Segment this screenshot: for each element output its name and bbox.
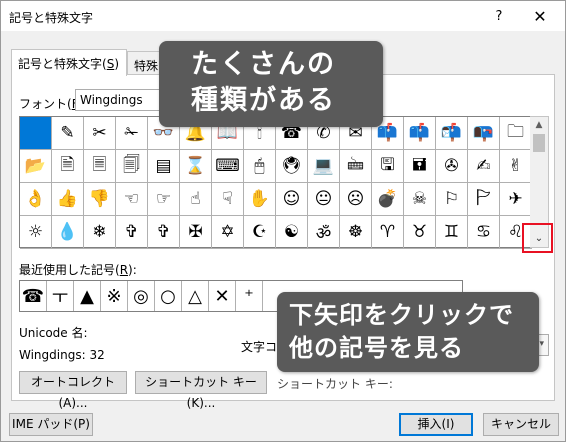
symbol-cell[interactable]: 💧 (52, 216, 84, 249)
close-button[interactable]: ✕ (529, 7, 551, 27)
autocorrect-button[interactable]: オートコレクト(A)... (19, 371, 127, 410)
symbol-cell[interactable]: ✁ (116, 117, 148, 150)
callout-top-line-2: 種類がある (191, 85, 336, 116)
recent-symbol-cell[interactable]: ◎ (128, 281, 155, 311)
symbol-cell[interactable]: ▤ (148, 150, 180, 183)
recent-symbol-cell[interactable]: ※ (101, 281, 128, 311)
symbol-cell[interactable]: 👌 (20, 183, 52, 216)
symbol-cell[interactable]: ✞ (116, 216, 148, 249)
symbol-cell[interactable]: ॐ (308, 216, 340, 249)
symbol-cell[interactable]: ☝ (180, 183, 212, 216)
symbol-cell[interactable]: 📬 (436, 117, 468, 150)
symbol-cell[interactable]: ☯ (276, 216, 308, 249)
symbol-cell[interactable]: ⌨ (212, 150, 244, 183)
symbol-cell[interactable]: ☪ (244, 216, 276, 249)
symbol-cell[interactable]: 🗏 (84, 150, 116, 183)
symbol-cell[interactable] (20, 117, 52, 150)
recent-symbol-cell[interactable]: ⁺ (236, 281, 263, 311)
dialog-title: 記号と特殊文字 (9, 11, 94, 25)
symbol-cell[interactable]: 🗀 (500, 117, 532, 150)
symbol-cell[interactable]: 🗎 (52, 150, 84, 183)
callout-many-types: たくさんの 種類がある (159, 41, 383, 127)
tab-symbols-label: 記号と特殊文字(S) (18, 57, 119, 71)
symbol-cell[interactable]: 💣 (372, 183, 404, 216)
symbol-cell[interactable]: 🖬 (404, 150, 436, 183)
symbol-cell[interactable]: 🗐 (116, 150, 148, 183)
symbol-cell[interactable]: ☸ (340, 216, 372, 249)
symbol-cell[interactable]: ♈ (372, 216, 404, 249)
shortcut-key-button[interactable]: ショートカット キー(K)... (135, 371, 267, 410)
recent-symbols-label: 最近使用した記号(R): (19, 263, 137, 277)
shortcut-key-label: ショートカット キー: (277, 377, 393, 391)
symbol-cell[interactable]: ☼ (20, 216, 52, 249)
symbol-cell[interactable]: 📂 (20, 150, 52, 183)
symbol-cell[interactable]: 🏱 (468, 183, 500, 216)
symbol-cell[interactable]: ✍ (468, 150, 500, 183)
ime-pad-button[interactable]: IME パッド(P) (9, 413, 93, 436)
highlight-box (522, 223, 553, 253)
symbol-cell[interactable]: ☺ (276, 183, 308, 216)
unicode-name-label: Unicode 名: (19, 326, 88, 340)
symbol-cell[interactable]: ☹ (340, 183, 372, 216)
symbol-cell[interactable]: ✠ (180, 216, 212, 249)
scroll-thumb[interactable] (533, 134, 545, 152)
symbol-grid: ✎ ✂ ✁ 👓 🔔 📖 🕯 ☎ ✆ ✉ 📫 📫 📬 📭 🗀 📂 🗎 🗏 🗐 ▤ ⌛ ⌨ 🖱 🖲 💻 🖮 🖫 🖬 ✇ ✍ ✌ 👌 👍 👎 ☜ ☞ ☝ ☟ ✋ ☺… (19, 116, 532, 249)
symbol-cell[interactable]: 😐 (308, 183, 340, 216)
recent-symbol-cell[interactable]: ☎ (20, 281, 47, 311)
symbol-cell[interactable]: ⌛ (180, 150, 212, 183)
cancel-button[interactable]: キャンセル (483, 413, 559, 436)
symbol-cell[interactable]: ✇ (436, 150, 468, 183)
wingdings-code-label: Wingdings: 32 (19, 348, 105, 362)
tab-special-label: 特殊 (134, 59, 159, 73)
recent-symbol-cell[interactable]: ○ (155, 281, 182, 311)
callout-bottom-line-2: 他の記号を見る (289, 334, 464, 362)
tab-symbols[interactable]: 記号と特殊文字(S) (11, 49, 127, 76)
symbol-cell[interactable]: 👍 (52, 183, 84, 216)
symbol-cell[interactable]: ✂ (84, 117, 116, 150)
symbol-cell[interactable]: ✡ (212, 216, 244, 249)
symbol-cell[interactable]: ⚐ (436, 183, 468, 216)
symbol-cell[interactable]: ❄ (84, 216, 116, 249)
symbol-cell[interactable]: ☟ (212, 183, 244, 216)
help-button[interactable]: ? (489, 7, 509, 27)
character-code-label: 文字コ (241, 340, 278, 354)
symbol-cell[interactable]: ☠ (404, 183, 436, 216)
symbol-cell[interactable]: 🖫 (372, 150, 404, 183)
symbol-cell[interactable]: 📫 (404, 117, 436, 150)
symbol-cell[interactable]: 🖲 (276, 150, 308, 183)
symbol-cell[interactable]: 💻 (308, 150, 340, 183)
symbol-cell[interactable]: ☞ (148, 183, 180, 216)
callout-click-arrow: 下矢印をクリックで 他の記号を見る (277, 292, 539, 372)
symbol-cell[interactable]: ✋ (244, 183, 276, 216)
symbol-cell[interactable]: ✞ (148, 216, 180, 249)
symbol-dialog: 記号と特殊文字 ? ✕ 記号と特殊文字(S) 特殊 フォント(F): Wingd… (0, 0, 566, 442)
symbol-cell[interactable]: ♊ (436, 216, 468, 249)
recent-symbol-cell[interactable]: ▲ (74, 281, 101, 311)
symbol-cell[interactable]: 🖮 (340, 150, 372, 183)
chevron-down-icon: ▾ (539, 339, 544, 349)
symbol-cell[interactable]: ♋ (468, 216, 500, 249)
symbol-cell[interactable]: ♉ (404, 216, 436, 249)
recent-symbol-cell[interactable]: ✕ (209, 281, 236, 311)
callout-top-line-1: たくさんの (191, 49, 336, 80)
symbol-cell[interactable]: 👎 (84, 183, 116, 216)
symbol-cell[interactable]: ✈ (500, 183, 532, 216)
recent-symbol-cell[interactable]: ㅜ (47, 281, 74, 311)
scroll-up-arrow-icon[interactable]: ▲ (530, 117, 548, 133)
symbol-cell[interactable]: ☜ (116, 183, 148, 216)
callout-bottom-line-1: 下矢印をクリックで (289, 301, 514, 329)
title-bar: 記号と特殊文字 ? ✕ (1, 1, 565, 31)
recent-symbol-cell[interactable]: △ (182, 281, 209, 311)
symbol-cell[interactable]: 📭 (468, 117, 500, 150)
symbol-cell[interactable]: 🖱 (244, 150, 276, 183)
insert-button[interactable]: 挿入(I) (399, 413, 473, 436)
symbol-cell[interactable]: ✎ (52, 117, 84, 150)
symbol-cell[interactable]: ✌ (500, 150, 532, 183)
